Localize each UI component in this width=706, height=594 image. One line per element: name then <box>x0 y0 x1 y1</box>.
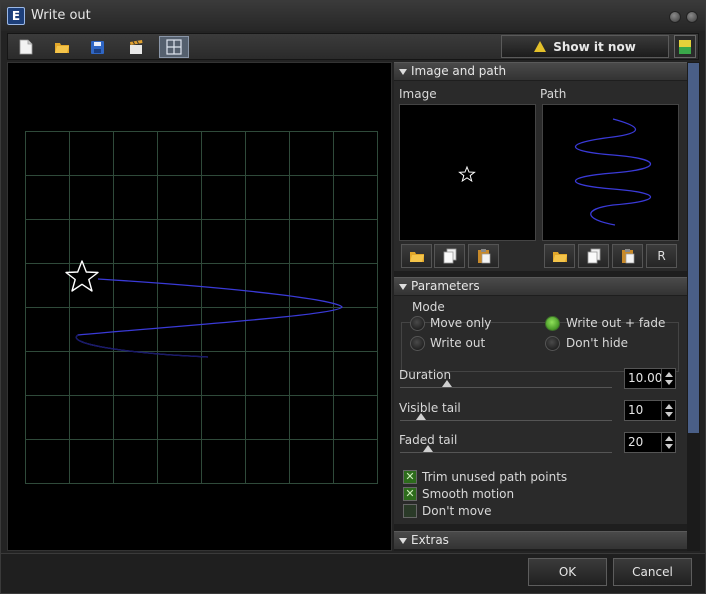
star-shape <box>65 260 99 292</box>
path-open-button[interactable] <box>544 244 575 268</box>
expand-arrow-icon <box>399 69 407 75</box>
duration-spinbox[interactable]: 10.00 <box>624 368 676 389</box>
new-document-icon[interactable] <box>14 36 38 58</box>
spin-up-icon[interactable] <box>665 436 673 441</box>
faded-tail-value: 20 <box>628 435 644 449</box>
expand-arrow-icon <box>399 538 407 544</box>
spin-arrows[interactable] <box>661 433 675 452</box>
image-label: Image <box>399 87 437 101</box>
toolbar: Show it now <box>7 33 699 60</box>
duration-value: 10.00 <box>628 371 663 385</box>
panel-scrollbar[interactable] <box>687 62 700 551</box>
smooth-motion-checkbox[interactable]: ✕ <box>403 487 417 501</box>
section-parameters[interactable]: Parameters <box>394 277 687 295</box>
visible-tail-label: Visible tail <box>399 401 461 415</box>
visible-tail-slider-thumb[interactable] <box>416 413 426 420</box>
dialog-footer: OK Cancel <box>1 553 705 593</box>
app-icon: E <box>7 7 25 25</box>
motion-path <box>75 278 343 358</box>
cancel-button[interactable]: Cancel <box>613 558 692 586</box>
spin-up-icon[interactable] <box>665 372 673 377</box>
preview-canvas[interactable] <box>7 62 392 551</box>
visible-tail-value: 10 <box>628 403 644 417</box>
window-title: Write out <box>31 8 91 23</box>
scrollbar-thumb[interactable] <box>688 63 699 433</box>
path-paste-button[interactable] <box>612 244 643 268</box>
dont-move-label[interactable]: Don't move <box>422 504 492 518</box>
write-out-label[interactable]: Write out <box>430 336 485 350</box>
close-icon[interactable] <box>686 11 698 23</box>
path-copy-button[interactable] <box>578 244 609 268</box>
section-title: Parameters <box>411 279 480 293</box>
path-preview[interactable] <box>542 104 679 241</box>
star-thumbnail <box>458 165 476 183</box>
settings-panel: Image and path Image Path R Parameters M… <box>394 62 687 551</box>
title-bar[interactable]: E Write out <box>1 1 705 31</box>
warning-icon <box>534 41 547 52</box>
parameters-body: Mode Move only Write out + fade Write ou… <box>394 296 687 524</box>
open-folder-icon[interactable] <box>50 36 74 58</box>
write-out-window: E Write out Show it now Image and path I… <box>0 0 706 594</box>
trim-path-label[interactable]: Trim unused path points <box>422 470 567 484</box>
spin-down-icon[interactable] <box>665 380 673 385</box>
paste-icon <box>477 249 490 264</box>
radio-dont-hide[interactable] <box>545 336 560 351</box>
radio-write-out[interactable] <box>410 336 425 351</box>
open-folder-icon <box>552 252 567 262</box>
section-image-and-path[interactable]: Image and path <box>394 62 687 80</box>
image-open-button[interactable] <box>401 244 432 268</box>
clapperboard-icon[interactable] <box>124 36 148 58</box>
show-it-now-label: Show it now <box>553 39 636 54</box>
move-only-label[interactable]: Move only <box>430 316 491 330</box>
expand-arrow-icon <box>399 284 407 290</box>
spin-arrows[interactable] <box>661 401 675 420</box>
spin-down-icon[interactable] <box>665 412 673 417</box>
minimize-icon[interactable] <box>669 11 681 23</box>
paste-icon <box>621 249 634 264</box>
faded-tail-slider[interactable] <box>400 452 612 453</box>
open-folder-icon <box>409 252 424 262</box>
section-extras[interactable]: Extras <box>394 531 687 549</box>
spin-up-icon[interactable] <box>665 404 673 409</box>
dont-move-checkbox[interactable] <box>403 504 417 518</box>
copy-icon <box>587 248 600 264</box>
trim-path-checkbox[interactable]: ✕ <box>403 470 417 484</box>
show-it-now-button[interactable]: Show it now <box>501 35 669 58</box>
path-thumbnail <box>575 118 651 226</box>
section-title: Extras <box>411 533 449 547</box>
image-copy-button[interactable] <box>434 244 465 268</box>
radio-write-out-fade[interactable] <box>545 316 560 331</box>
grid-lines <box>25 131 378 484</box>
faded-tail-slider-thumb[interactable] <box>423 445 433 452</box>
spin-down-icon[interactable] <box>665 444 673 449</box>
image-preview[interactable] <box>399 104 536 241</box>
faded-tail-spinbox[interactable]: 20 <box>624 432 676 453</box>
radio-move-only[interactable] <box>410 316 425 331</box>
duration-slider[interactable] <box>400 387 612 388</box>
section-title: Image and path <box>411 64 507 78</box>
dont-hide-label[interactable]: Don't hide <box>566 336 628 350</box>
spin-arrows[interactable] <box>661 369 675 388</box>
visible-tail-spinbox[interactable]: 10 <box>624 400 676 421</box>
ok-button[interactable]: OK <box>528 558 607 586</box>
image-and-path-body: Image Path R <box>394 81 687 271</box>
visible-tail-slider[interactable] <box>400 420 612 421</box>
canvas-drawing <box>25 131 378 484</box>
grid-icon[interactable] <box>159 36 189 58</box>
path-reset-button[interactable]: R <box>646 244 677 268</box>
mode-label: Mode <box>410 300 447 314</box>
image-paste-button[interactable] <box>468 244 499 268</box>
copy-icon <box>443 248 456 264</box>
path-label: Path <box>540 87 567 101</box>
save-icon[interactable] <box>85 36 109 58</box>
palette-icon[interactable] <box>674 35 696 58</box>
write-out-fade-label[interactable]: Write out + fade <box>566 316 665 330</box>
duration-slider-thumb[interactable] <box>442 380 452 387</box>
smooth-motion-label[interactable]: Smooth motion <box>422 487 514 501</box>
